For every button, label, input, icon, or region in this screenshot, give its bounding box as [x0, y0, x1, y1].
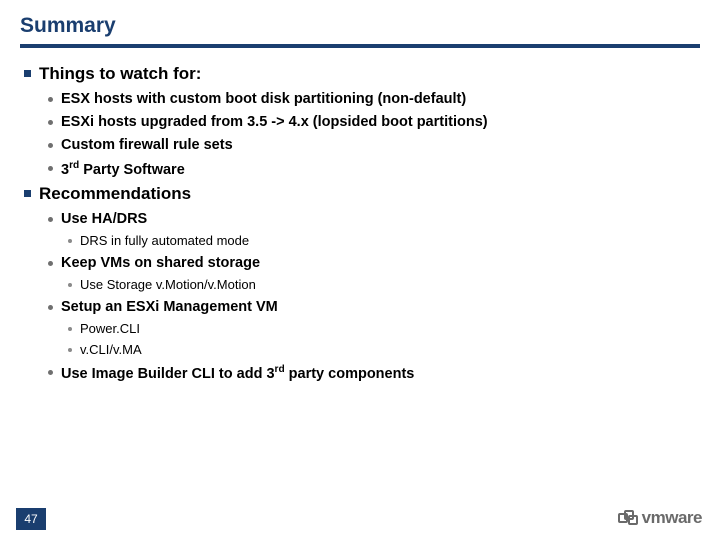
dot-bullet-icon	[48, 305, 53, 310]
bullet-item: ESXi hosts upgraded from 3.5 -> 4.x (lop…	[48, 114, 700, 130]
bullet-text: Use HA/DRS	[61, 211, 147, 227]
dot-bullet-icon	[48, 143, 53, 148]
footer: 47 vmware	[0, 504, 720, 540]
sub-bullet-item: Power.CLI	[68, 321, 700, 336]
page-number: 47	[16, 508, 46, 530]
square-bullet-icon	[24, 70, 31, 77]
section-heading: Things to watch for:	[24, 64, 700, 84]
sub-bullet-text: Power.CLI	[80, 321, 140, 336]
heading-text: Things to watch for:	[39, 64, 201, 84]
sub-dot-bullet-icon	[68, 283, 72, 287]
dot-bullet-icon	[48, 370, 53, 375]
slide-title: Summary	[20, 14, 700, 42]
sub-bullet-item: v.CLI/v.MA	[68, 342, 700, 357]
bullet-text: ESXi hosts upgraded from 3.5 -> 4.x (lop…	[61, 114, 488, 130]
bullet-text: Use Image Builder CLI to add 3rd party c…	[61, 364, 414, 382]
title-rule	[20, 44, 700, 48]
bullet-item: ESX hosts with custom boot disk partitio…	[48, 91, 700, 107]
heading-text: Recommendations	[39, 184, 191, 204]
sub-bullet-text: v.CLI/v.MA	[80, 342, 142, 357]
bullet-item: Setup an ESXi Management VM	[48, 299, 700, 315]
logo-icon	[618, 510, 638, 526]
sub-dot-bullet-icon	[68, 348, 72, 352]
sub-bullet-text: DRS in fully automated mode	[80, 233, 249, 248]
dot-bullet-icon	[48, 261, 53, 266]
dot-bullet-icon	[48, 97, 53, 102]
sub-bullet-text: Use Storage v.Motion/v.Motion	[80, 277, 256, 292]
bullet-text: Keep VMs on shared storage	[61, 255, 260, 271]
sub-bullet-item: DRS in fully automated mode	[68, 233, 700, 248]
dot-bullet-icon	[48, 217, 53, 222]
sub-bullet-item: Use Storage v.Motion/v.Motion	[68, 277, 700, 292]
dot-bullet-icon	[48, 120, 53, 125]
bullet-text: Custom firewall rule sets	[61, 137, 233, 153]
bullet-item: Use Image Builder CLI to add 3rd party c…	[48, 364, 700, 382]
bullet-text: Setup an ESXi Management VM	[61, 299, 278, 315]
section-heading: Recommendations	[24, 184, 700, 204]
bullet-text: ESX hosts with custom boot disk partitio…	[61, 91, 466, 107]
vmware-logo: vmware	[618, 508, 702, 528]
logo-text: vmware	[642, 508, 702, 528]
bullet-text: 3rd Party Software	[61, 160, 185, 178]
dot-bullet-icon	[48, 166, 53, 171]
sub-dot-bullet-icon	[68, 239, 72, 243]
bullet-item: 3rd Party Software	[48, 160, 700, 178]
sub-dot-bullet-icon	[68, 327, 72, 331]
bullet-item: Use HA/DRS	[48, 211, 700, 227]
bullet-item: Custom firewall rule sets	[48, 137, 700, 153]
square-bullet-icon	[24, 190, 31, 197]
bullet-item: Keep VMs on shared storage	[48, 255, 700, 271]
slide: Summary Things to watch for: ESX hosts wi…	[0, 0, 720, 540]
slide-content: Things to watch for: ESX hosts with custo…	[20, 64, 700, 382]
